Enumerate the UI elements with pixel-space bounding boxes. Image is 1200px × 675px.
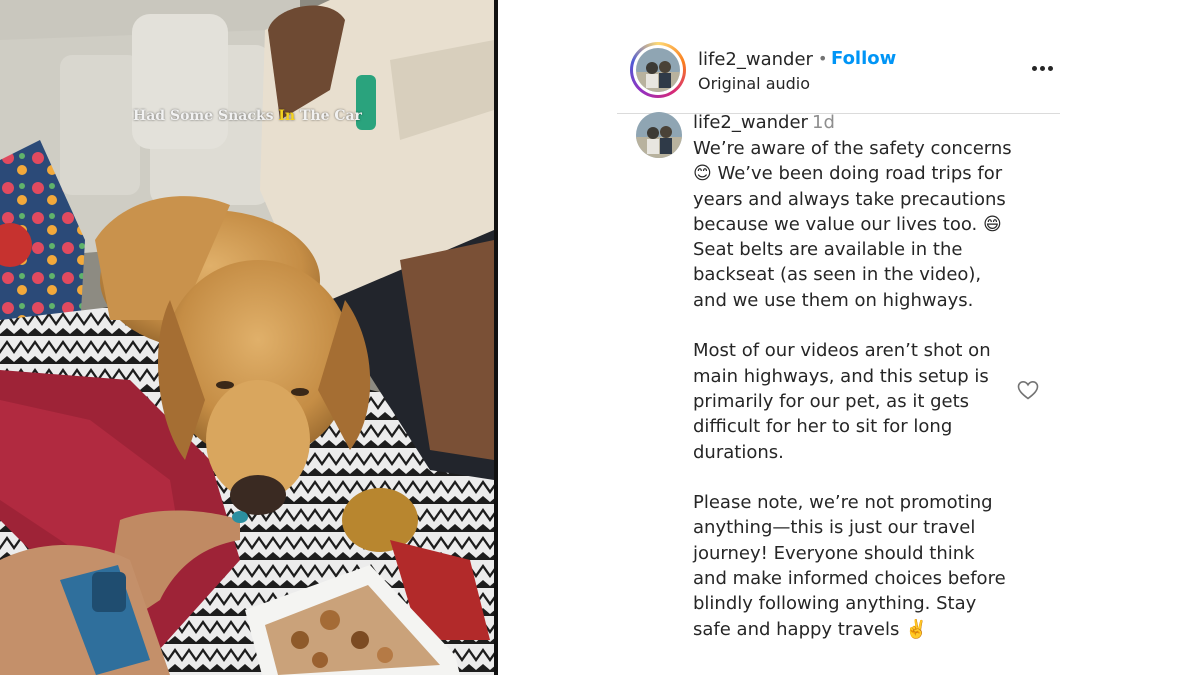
video-frame-image (0, 0, 494, 675)
avatar-image (636, 48, 680, 92)
heart-icon[interactable] (1016, 378, 1040, 402)
comment-username[interactable]: life2_wander (693, 112, 808, 133)
follow-button[interactable]: Follow (831, 48, 896, 69)
audio-link[interactable]: Original audio (698, 74, 810, 93)
caption-text-start: Had Some Snacks (133, 108, 279, 124)
separator-dot: • (818, 49, 828, 68)
profile-avatar[interactable] (630, 42, 686, 98)
video-overlay-caption: Had Some Snacks In The Car (133, 108, 373, 124)
video-frame[interactable]: Had Some Snacks In The Car (0, 0, 494, 675)
more-options-icon[interactable] (1032, 58, 1058, 78)
post-username[interactable]: life2_wander (698, 49, 813, 70)
caption-text-end: The Car (295, 108, 362, 124)
comment-paragraph: Please note, we’re not promoting anythin… (693, 492, 1006, 640)
post-header: life2_wander • Follow Original audio (630, 42, 1060, 100)
comment-text: We’re aware of the safety concerns 😊 We’… (693, 136, 1013, 642)
comment-paragraph: Most of our videos aren’t shot on main h… (693, 340, 991, 463)
comment-paragraph: We’re aware of the safety concerns 😊 We’… (693, 138, 1012, 311)
comment-avatar[interactable] (636, 112, 682, 158)
caption-text-highlight: In (278, 108, 296, 124)
header-divider (617, 113, 1060, 114)
comment-timestamp: 1d (812, 112, 835, 133)
panel-divider (494, 0, 498, 675)
